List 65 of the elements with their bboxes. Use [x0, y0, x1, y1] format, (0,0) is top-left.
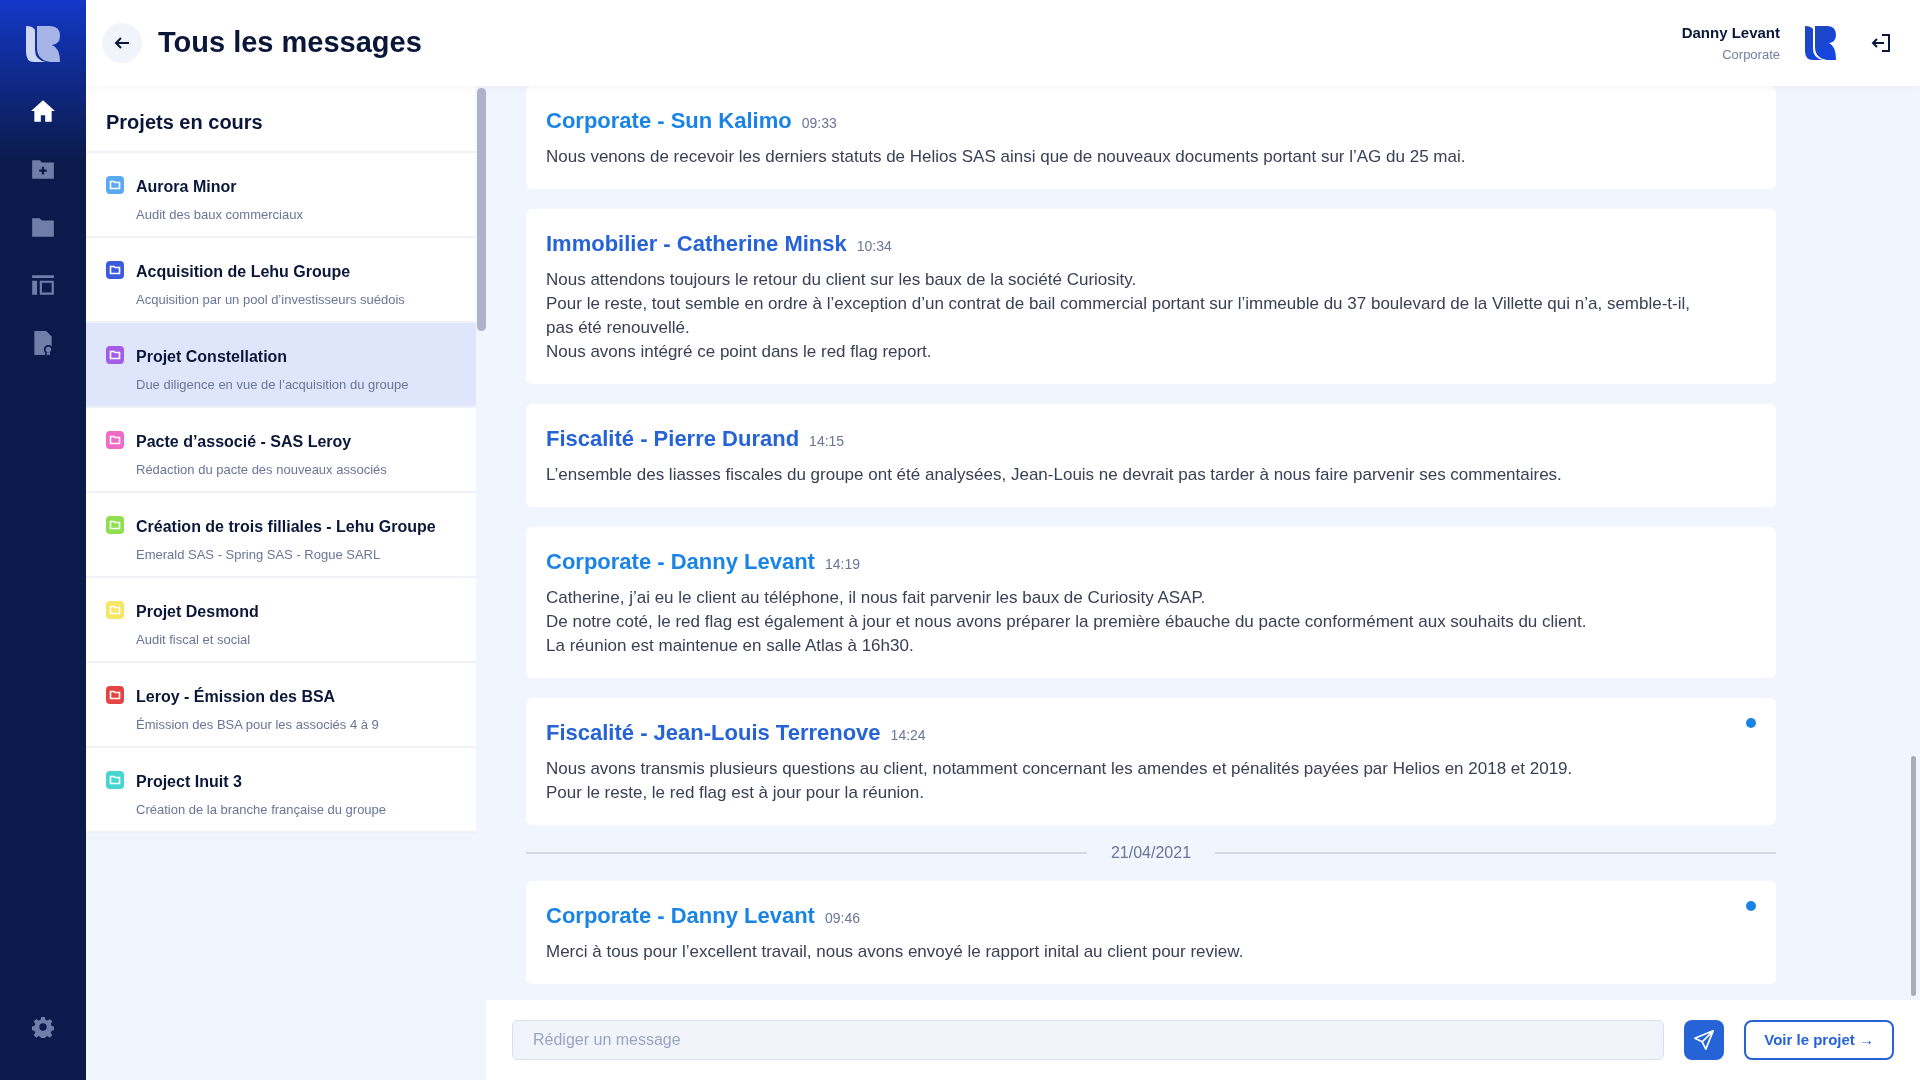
user-team: Corporate: [1722, 45, 1780, 64]
project-item[interactable]: Leroy - Émission des BSA Émission des BSA pour les associés 4 à 9: [86, 663, 476, 748]
logout-icon[interactable]: [1870, 32, 1892, 54]
project-description: Acquisition par un pool d’investisseurs suédois: [136, 291, 405, 309]
message-time: 09:33: [801, 114, 837, 133]
project-description: Audit fiscal et social: [136, 631, 252, 649]
project-item[interactable]: Acquisition de Lehu Groupe Acquisition par un pool d’investisseurs suédois: [86, 238, 476, 323]
send-button[interactable]: [1684, 1020, 1725, 1060]
message-text: L’ensemble des liasses fiscales du groupe ont été analysées, Jean-Louis ne devrait pas tarder à nous faire parvenir ses commentaires.: [546, 464, 1563, 486]
message-author: Fiscalité - Jean-Louis Terrenove: [546, 719, 881, 747]
project-item[interactable]: Project Inuit 3 Création de la branche française du groupe: [86, 748, 476, 833]
logo-icon: [24, 24, 62, 64]
project-description: Audit des baux commerciaux: [136, 206, 303, 224]
logo-icon: [1804, 25, 1838, 61]
project-name: Project Inuit 3: [136, 772, 243, 792]
project-item[interactable]: Création de trois filliales - Lehu Groupe Emerald SAS - Spring SAS - Rogue SARL: [86, 493, 476, 578]
message-author: Immobilier - Catherine Minsk: [546, 230, 847, 258]
user-name: Danny Levant: [1681, 23, 1780, 43]
message-time: 10:34: [856, 237, 892, 256]
layout-icon[interactable]: [30, 272, 56, 298]
message-time: 14:24: [890, 726, 926, 745]
section-title: Projets en cours: [86, 86, 476, 153]
message-time: 14:19: [824, 555, 860, 574]
message-text: Merci à tous pour l’excellent travail, nous avons envoyé le rapport inital au client pour review.: [546, 941, 1245, 963]
message-author: Corporate - Danny Levant: [546, 548, 815, 576]
message-text: Nous avons transmis plusieurs questions au client, notamment concernant les amendes et pénalités payées par Helios en 2018 et 2019.: [546, 758, 1574, 780]
project-name: Pacte d’associé - SAS Leroy: [136, 432, 353, 452]
message-text: De notre coté, le red flag est également à jour et nous avons préparer la première ébauche du pacte conformément aux souhaits du client.: [546, 611, 1588, 633]
message-text: La réunion est maintenue en salle Atlas à 16h30.: [546, 635, 915, 657]
message-input[interactable]: Rédiger un message: [512, 1020, 1665, 1060]
project-item[interactable]: Projet Desmond Audit fiscal et social: [86, 578, 476, 663]
home-icon[interactable]: [30, 98, 56, 124]
scrollbar[interactable]: [1911, 756, 1916, 996]
message-author: Corporate - Danny Levant: [546, 902, 815, 930]
project-item[interactable]: Pacte d’associé - SAS Leroy Rédaction du pacte des nouveaux associés: [86, 408, 476, 493]
project-name: Projet Desmond: [136, 602, 259, 622]
project-description: Création de la branche française du groupe: [136, 801, 387, 819]
project-name: Leroy - Émission des BSA: [136, 686, 337, 707]
project-description: Emerald SAS - Spring SAS - Rogue SARL: [136, 546, 382, 564]
message-text: Catherine, j’ai eu le client au téléphone, il nous fait parvenir les baux de Curiosity ASAP.: [546, 587, 1207, 609]
project-name: Projet Constellation: [136, 347, 289, 367]
message-text: Nous venons de recevoir les derniers statuts de Helios SAS ainsi que de nouveaux documents portant sur l’AG du 25 mai.: [546, 146, 1467, 168]
project-description: Due diligence en vue de l’acquisition du groupe: [136, 376, 409, 394]
message-text: Nous avons intégré ce point dans le red flag report.: [546, 341, 933, 363]
project-name: Création de trois filliales - Lehu Groupe: [136, 517, 436, 537]
send-icon: [1693, 1029, 1716, 1051]
project-name: Aurora Minor: [136, 177, 238, 197]
settings-icon[interactable]: [32, 1016, 54, 1038]
project-item[interactable]: Aurora Minor Audit des baux commerciaux: [86, 153, 476, 238]
page-title: Tous les messages: [158, 25, 422, 61]
scrollbar[interactable]: [476, 88, 486, 331]
message-author: Corporate - Sun Kalimo: [546, 107, 792, 135]
date-separator: 21/04/2021: [1110, 843, 1192, 863]
project-name: Acquisition de Lehu Groupe: [136, 262, 352, 282]
message-author: Fiscalité - Pierre Durand: [546, 425, 800, 453]
project-item[interactable]: Projet Constellation Due diligence en vue de l’acquisition du groupe: [86, 323, 476, 408]
view-project-button[interactable]: Voir le projet →: [1744, 1020, 1894, 1060]
back-button[interactable]: [102, 23, 142, 63]
project-description: Émission des BSA pour les associés 4 à 9: [136, 716, 379, 734]
message-time: 09:46: [824, 909, 860, 928]
message-text: Pour le reste, tout semble en ordre à l’exception d’un contrat de bail commercial portant sur l’immeuble du 37 boulevard de la Villette qui n’a, semble-t-il, pas été renouvellé.: [546, 293, 1691, 339]
project-description: Rédaction du pacte des nouveaux associés: [136, 461, 387, 479]
message-text: Nous attendons toujours le retour du client sur les baux de la société Curiosity.: [546, 269, 1138, 291]
message-time: 14:15: [809, 432, 845, 451]
message-text: Pour le reste, le red flag est à jour pour la réunion.: [546, 782, 925, 804]
